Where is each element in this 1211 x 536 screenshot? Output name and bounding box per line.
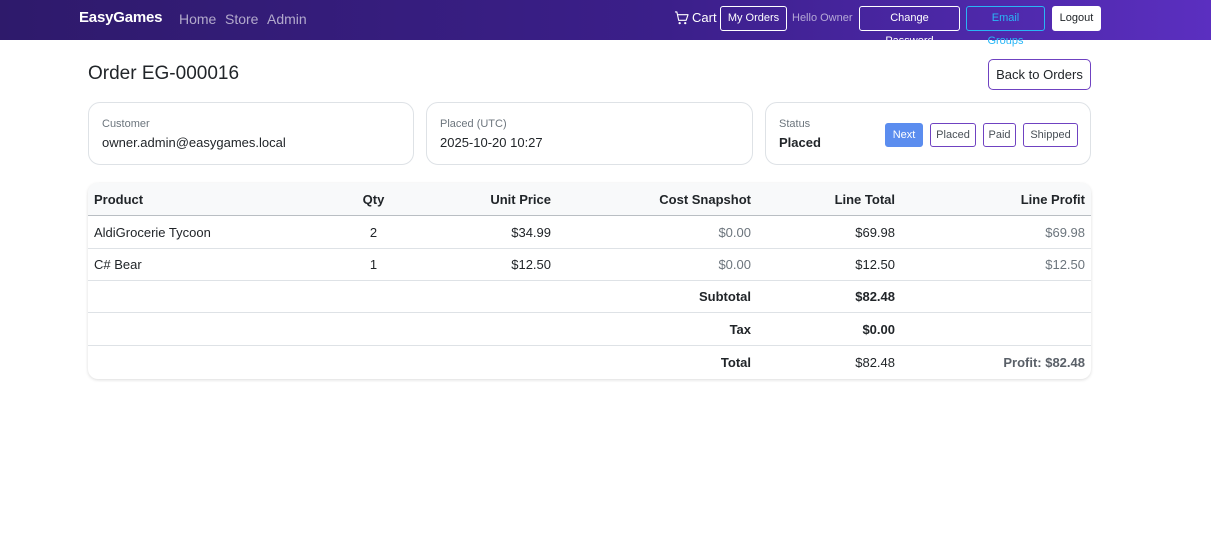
product-name: C# Bear [94, 257, 142, 272]
top-navbar: EasyGames Home Store Admin Cart My Order… [0, 0, 1211, 47]
tax-value: $0.00 [862, 321, 895, 337]
subtotal-value: $82.48 [855, 289, 895, 304]
table-header-row: Product Qty Unit Price Cost Snapshot Lin… [88, 183, 1091, 216]
email-groups-button[interactable]: Email Groups [966, 6, 1045, 47]
nav-link-home[interactable]: Home [179, 11, 216, 27]
change-password-button[interactable]: Change Password [859, 6, 960, 47]
status-card: Status Placed Next Placed Paid Shipped [765, 102, 1091, 165]
cart-label: Cart [692, 10, 717, 25]
nav-link-admin[interactable]: Admin [267, 11, 307, 27]
placed-value: 2025-10-20 10:27 [440, 135, 543, 150]
line-total: $12.50 [855, 257, 895, 272]
customer-card: Customer owner.admin@easygames.local [88, 102, 414, 165]
customer-label: Customer [102, 118, 150, 130]
greeting-text: Hello Owner [792, 12, 853, 24]
status-placed-button[interactable]: Placed [930, 123, 976, 147]
order-items-table: Product Qty Unit Price Cost Snapshot Lin… [88, 183, 1091, 379]
profit-total: Profit: $82.48 [1003, 355, 1085, 370]
my-orders-button[interactable]: My Orders [720, 6, 787, 31]
logout-button[interactable]: Logout [1052, 6, 1101, 31]
brand-logo[interactable]: EasyGames [79, 9, 162, 26]
column-header-cost-snapshot: Cost Snapshot [659, 191, 751, 207]
subtotal-label: Subtotal [699, 289, 751, 304]
quantity: 1 [369, 257, 378, 272]
line-total: $69.98 [855, 224, 895, 240]
tax-label: Tax [729, 321, 751, 337]
status-shipped-button[interactable]: Shipped [1023, 123, 1078, 147]
total-row: Total $82.48 Profit: $82.48 [88, 346, 1091, 379]
total-value: $82.48 [855, 355, 895, 370]
status-paid-button[interactable]: Paid [983, 123, 1016, 147]
cart-link[interactable]: Cart [674, 10, 717, 25]
unit-price: $12.50 [511, 257, 551, 272]
cart-icon [674, 10, 689, 24]
unit-price: $34.99 [511, 224, 551, 240]
column-header-line-profit: Line Profit [1020, 191, 1085, 207]
quantity: 2 [369, 224, 378, 240]
table-row: AldiGrocerie Tycoon 2 $34.99 $0.00 $69.9… [88, 216, 1091, 249]
page-title: Order EG-000016 [88, 63, 240, 84]
column-header-unit-price: Unit Price [490, 191, 551, 207]
status-value: Placed [779, 135, 821, 150]
customer-value: owner.admin@easygames.local [102, 135, 286, 150]
cost-snapshot: $0.00 [718, 257, 751, 272]
tax-row: Tax $0.00 [88, 313, 1091, 346]
placed-label: Placed (UTC) [440, 118, 507, 130]
table-row: C# Bear 1 $12.50 $0.00 $12.50 $12.50 [88, 249, 1091, 281]
line-profit: $12.50 [1045, 257, 1085, 272]
column-header-product: Product [94, 191, 144, 207]
nav-link-store[interactable]: Store [225, 11, 258, 27]
cost-snapshot: $0.00 [718, 224, 751, 240]
product-name: AldiGrocerie Tycoon [94, 224, 211, 240]
back-to-orders-button[interactable]: Back to Orders [988, 59, 1091, 90]
line-profit: $69.98 [1045, 224, 1085, 240]
status-next-button[interactable]: Next [885, 123, 923, 147]
column-header-line-total: Line Total [834, 191, 895, 207]
column-header-qty: Qty [362, 191, 385, 207]
total-label: Total [720, 355, 751, 370]
subtotal-row: Subtotal $82.48 [88, 281, 1091, 313]
placed-card: Placed (UTC) 2025-10-20 10:27 [426, 102, 753, 165]
status-label: Status [779, 118, 811, 130]
